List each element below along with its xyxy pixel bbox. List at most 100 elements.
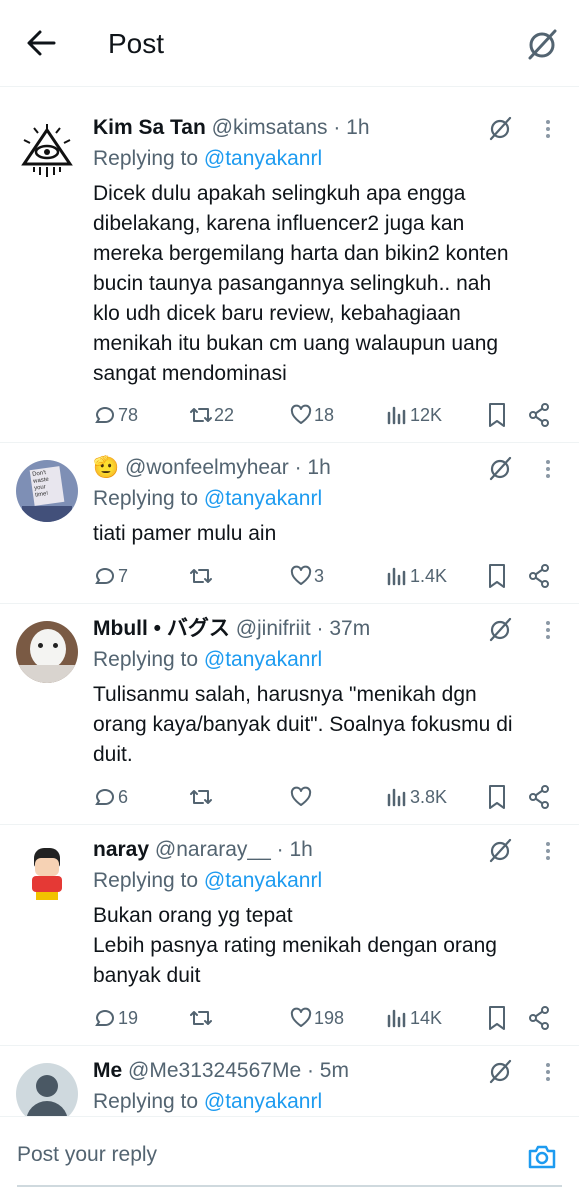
timestamp: · 1h (294, 456, 331, 479)
views-button[interactable]: 12K (385, 401, 442, 429)
like-button[interactable]: 18 (289, 401, 334, 429)
avatar-eye (53, 643, 58, 648)
eye-pyramid-logo (21, 124, 73, 177)
replying-handle-link[interactable]: @tanyakanrl (204, 1090, 322, 1113)
reply-composer: Post your reply (0, 1116, 579, 1200)
replying-handle-link[interactable]: @tanyakanrl (204, 869, 322, 892)
repost-button[interactable]: 22 (189, 401, 234, 429)
heart-icon (290, 565, 312, 585)
more-options-icon[interactable] (540, 1060, 556, 1084)
avatar-note: Don't waste your time! (29, 466, 65, 506)
like-button[interactable] (289, 783, 314, 811)
more-options-icon[interactable] (540, 618, 556, 642)
replying-handle-link[interactable]: @tanyakanrl (204, 648, 322, 671)
avatar-background (16, 665, 78, 683)
timestamp: · 1h (333, 116, 370, 139)
grok-icon[interactable] (487, 1058, 513, 1084)
display-name[interactable]: Me (93, 1059, 122, 1082)
share-icon[interactable] (527, 401, 551, 429)
repost-icon (190, 569, 212, 583)
replying-label: Replying to (93, 869, 199, 892)
grok-icon[interactable] (487, 837, 513, 863)
avatar-face (35, 858, 59, 876)
view-count: 1.4K (410, 565, 448, 586)
reply-item[interactable]: Don't waste your time! 🫡 @wonfeelmyhear … (0, 443, 579, 604)
camera-icon[interactable] (526, 1141, 558, 1173)
more-options-icon[interactable] (540, 117, 556, 141)
heart-icon (290, 786, 312, 806)
replying-handle-link[interactable]: @tanyakanrl (204, 487, 322, 510)
reply-button[interactable]: 78 (93, 401, 138, 429)
like-count: 18 (314, 404, 335, 425)
reply-input[interactable]: Post your reply (17, 1143, 157, 1167)
share-icon[interactable] (527, 562, 551, 590)
reply-item[interactable]: naray @nararay__ · 1h Replying to @tanya… (0, 825, 579, 1046)
comment-icon (95, 407, 114, 423)
user-handle[interactable]: @nararay__ (155, 838, 271, 861)
bookmark-icon[interactable] (485, 401, 509, 429)
views-icon (387, 1009, 406, 1028)
avatar[interactable] (16, 621, 78, 683)
reply-button[interactable]: 6 (93, 783, 128, 811)
avatar[interactable] (16, 120, 78, 182)
share-icon[interactable] (527, 1004, 551, 1032)
grok-icon[interactable] (524, 26, 560, 62)
view-count: 14K (410, 1007, 443, 1028)
comment-icon (95, 789, 114, 805)
repost-icon (190, 1011, 212, 1025)
arrow-left-icon[interactable] (24, 26, 58, 60)
display-name[interactable]: Mbull • バグス (93, 617, 230, 640)
replying-to: Replying to @tanyakanrl (93, 486, 322, 512)
action-bar: 6 3.8K (93, 783, 563, 811)
views-button[interactable]: 3.8K (385, 783, 447, 811)
reply-item[interactable]: Mbull • バグス @jinifriit · 37m Replying to… (0, 604, 579, 825)
replying-to: Replying to @tanyakanrl (93, 868, 322, 894)
repost-button[interactable] (189, 562, 214, 590)
reply-button[interactable]: 7 (93, 562, 128, 590)
avatar[interactable]: Don't waste your time! (16, 460, 78, 522)
reply-item[interactable]: Kim Sa Tan @kimsatans · 1h Replying to @… (0, 103, 579, 443)
replying-handle-link[interactable]: @tanyakanrl (204, 147, 322, 170)
repost-button[interactable] (189, 783, 214, 811)
reply-header: Me @Me31324567Me · 5m (93, 1058, 349, 1084)
bookmark-icon[interactable] (485, 1004, 509, 1032)
bookmark-icon[interactable] (485, 562, 509, 590)
views-button[interactable]: 1.4K (385, 562, 447, 590)
views-button[interactable]: 14K (385, 1004, 442, 1032)
user-handle[interactable]: @wonfeelmyhear (125, 456, 289, 479)
display-name[interactable]: Kim Sa Tan (93, 116, 206, 139)
repost-button[interactable] (189, 1004, 214, 1032)
views-icon (387, 406, 406, 425)
reply-header: naray @nararay__ · 1h (93, 837, 313, 863)
like-button[interactable]: 3 (289, 562, 324, 590)
timestamp: · 5m (306, 1059, 349, 1082)
user-handle[interactable]: @kimsatans (212, 116, 328, 139)
grok-icon[interactable] (487, 616, 513, 642)
avatar-head (36, 1075, 58, 1097)
grok-icon[interactable] (487, 455, 513, 481)
reply-item[interactable]: Me @Me31324567Me · 5m Replying to @tanya… (0, 1046, 579, 1126)
reply-count: 19 (118, 1007, 139, 1028)
user-handle[interactable]: @jinifriit (236, 617, 311, 640)
reply-header: 🫡 @wonfeelmyhear · 1h (93, 455, 331, 481)
top-bar: Post (0, 0, 579, 87)
page-title: Post (108, 28, 165, 59)
input-underline (17, 1185, 562, 1187)
comment-icon (95, 568, 114, 584)
reply-count: 6 (118, 786, 129, 807)
reply-text: Bukan orang yg tepat Lebih pasnya rating… (93, 904, 497, 987)
action-bar: 7 3 1.4K (93, 562, 563, 590)
grok-icon[interactable] (487, 115, 513, 141)
avatar[interactable] (16, 842, 78, 904)
more-options-icon[interactable] (540, 839, 556, 863)
share-icon[interactable] (527, 783, 551, 811)
more-options-icon[interactable] (540, 457, 556, 481)
reply-feed: Kim Sa Tan @kimsatans · 1h Replying to @… (0, 103, 579, 1126)
like-button[interactable]: 198 (289, 1004, 344, 1032)
reply-header: Mbull • バグス @jinifriit · 37m (93, 616, 370, 642)
display-name[interactable]: naray (93, 838, 149, 861)
display-name-emoji[interactable]: 🫡 (93, 456, 119, 479)
bookmark-icon[interactable] (485, 783, 509, 811)
reply-button[interactable]: 19 (93, 1004, 138, 1032)
user-handle[interactable]: @Me31324567Me (128, 1059, 301, 1082)
